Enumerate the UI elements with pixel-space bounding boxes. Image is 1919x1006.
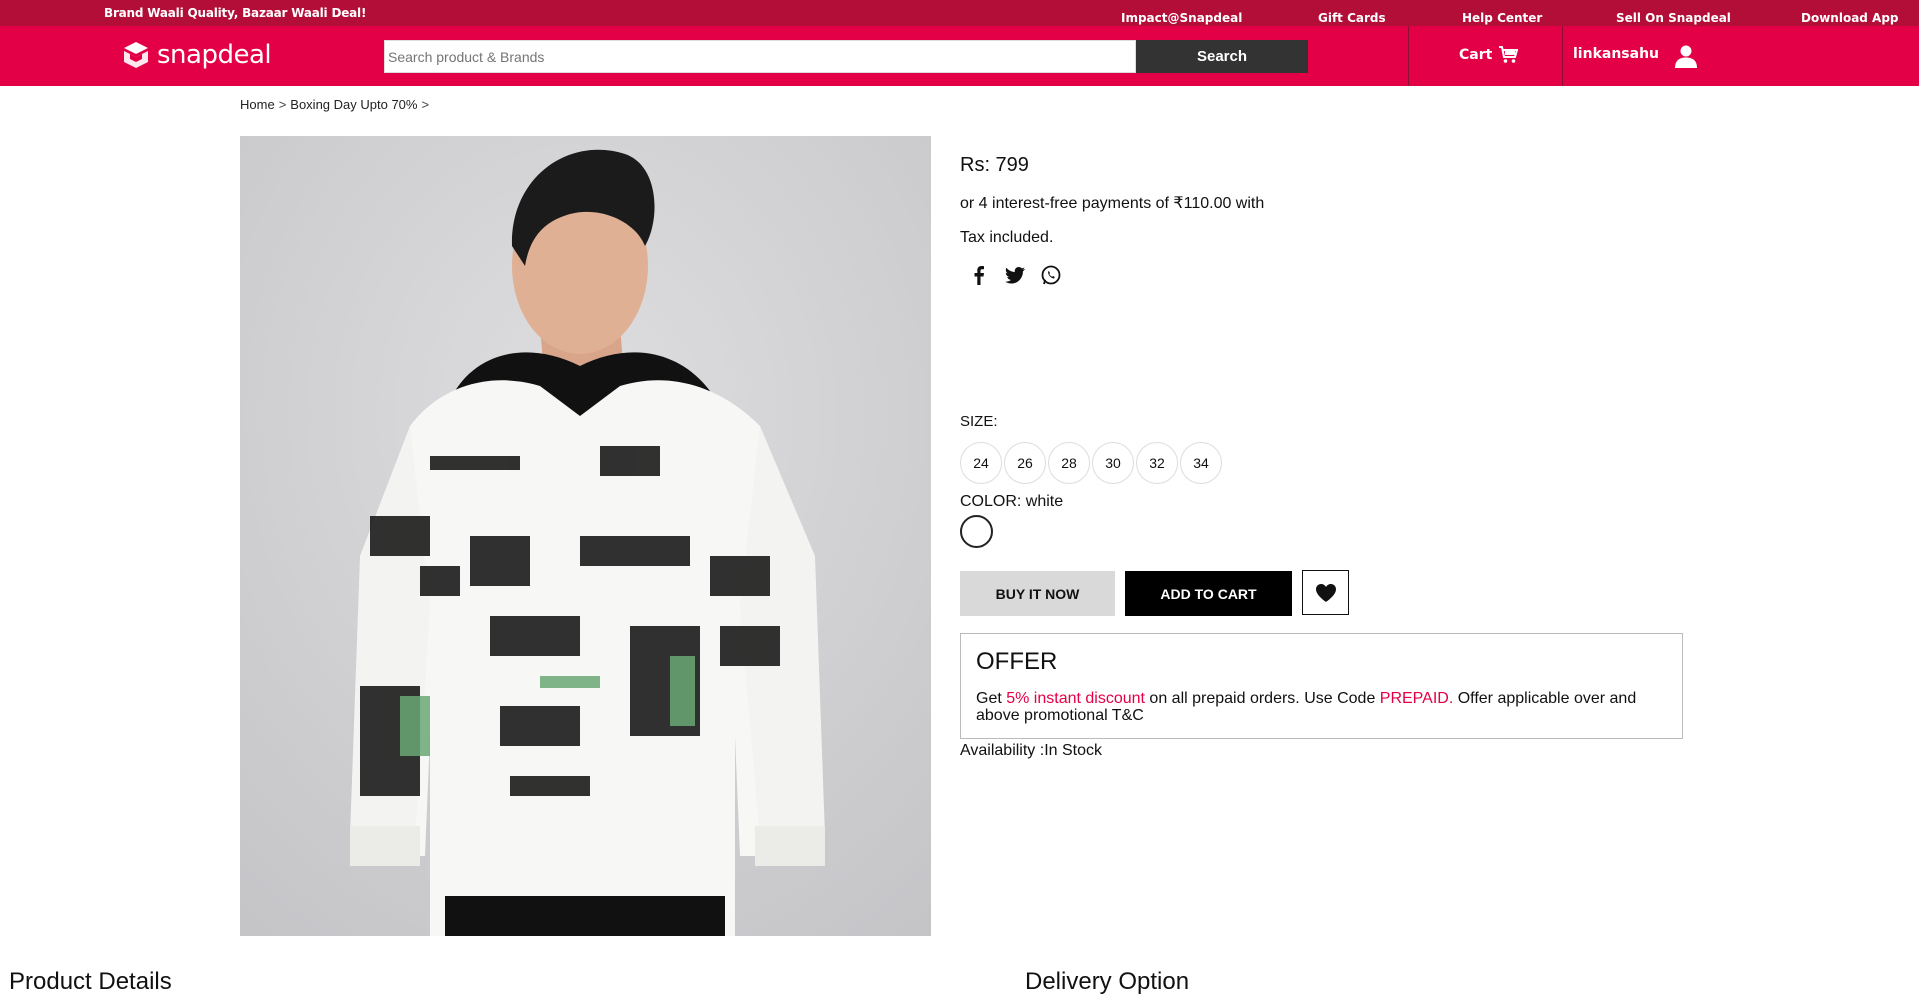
link-sell-on-snapdeal[interactable]: Sell On Snapdeal: [1616, 11, 1731, 25]
size-option[interactable]: 24: [960, 442, 1002, 484]
username[interactable]: linkansahu: [1573, 46, 1659, 62]
product-details-heading: Product Details: [9, 968, 172, 995]
logo-text: snapdeal: [157, 40, 272, 70]
tax-info: Tax included.: [960, 229, 1054, 246]
size-label: SIZE:: [960, 413, 998, 430]
cart-icon: [1499, 46, 1519, 63]
breadcrumb: Home > Boxing Day Upto 70% >: [240, 97, 429, 112]
delivery-option-heading: Delivery Option: [1025, 968, 1190, 995]
size-option[interactable]: 34: [1180, 442, 1222, 484]
tagline: Brand Waali Quality, Bazaar Waali Deal!: [104, 6, 367, 20]
availability: Availability :In Stock: [960, 742, 1102, 759]
add-to-cart-button[interactable]: ADD TO CART: [1125, 571, 1292, 616]
color-swatch-white[interactable]: [960, 515, 993, 548]
color-label: COLOR: white: [960, 493, 1064, 510]
header-divider: [1408, 26, 1409, 86]
product-photo: [240, 136, 931, 936]
emi-info: or 4 interest-free payments of ₹110.00 w…: [960, 195, 1265, 212]
whatsapp-icon[interactable]: [1040, 264, 1062, 286]
breadcrumb-separator: >: [421, 97, 430, 112]
offer-text-part: on all prepaid orders. Use Code: [1144, 690, 1380, 707]
facebook-icon[interactable]: [968, 264, 990, 286]
link-impact[interactable]: Impact@Snapdeal: [1121, 11, 1242, 25]
top-strip: Brand Waali Quality, Bazaar Waali Deal! …: [0, 0, 1919, 26]
share-icons: [968, 264, 1062, 286]
snapdeal-logo[interactable]: snapdeal: [121, 40, 272, 70]
search-input[interactable]: [384, 40, 1136, 73]
header-divider: [1562, 26, 1563, 86]
user-icon[interactable]: [1674, 44, 1698, 68]
size-options: 24 26 28 30 32 34: [960, 442, 1222, 484]
breadcrumb-home[interactable]: Home: [240, 97, 275, 112]
twitter-icon[interactable]: [1004, 264, 1026, 286]
link-gift-cards[interactable]: Gift Cards: [1318, 11, 1386, 25]
link-help-center[interactable]: Help Center: [1462, 11, 1542, 25]
heart-icon: [1315, 583, 1336, 602]
cart-button[interactable]: Cart: [1459, 46, 1519, 64]
size-option[interactable]: 28: [1048, 442, 1090, 484]
cart-label: Cart: [1459, 47, 1493, 63]
size-option[interactable]: 32: [1136, 442, 1178, 484]
snapdeal-logo-icon: [124, 42, 148, 68]
size-option[interactable]: 26: [1004, 442, 1046, 484]
breadcrumb-separator: >: [278, 97, 287, 112]
buy-now-button[interactable]: BUY IT NOW: [960, 571, 1115, 616]
offer-code: PREPAID.: [1379, 690, 1454, 707]
wishlist-button[interactable]: [1302, 570, 1349, 615]
breadcrumb-category[interactable]: Boxing Day Upto 70%: [290, 97, 417, 112]
product-image[interactable]: [240, 136, 931, 936]
size-option[interactable]: 30: [1092, 442, 1134, 484]
offer-box: OFFER Get 5% instant discount on all pre…: [960, 633, 1683, 739]
offer-text-part: Get: [976, 690, 1007, 707]
search-button[interactable]: Search: [1136, 40, 1308, 73]
link-download-app[interactable]: Download App: [1801, 11, 1899, 25]
offer-text: Get 5% instant discount on all prepaid o…: [976, 690, 1667, 724]
product-price: Rs: 799: [960, 154, 1029, 176]
main-header: snapdeal Search Cart linkansahu: [0, 26, 1919, 86]
offer-discount: 5% instant discount: [1006, 690, 1145, 707]
offer-title: OFFER: [976, 648, 1058, 675]
